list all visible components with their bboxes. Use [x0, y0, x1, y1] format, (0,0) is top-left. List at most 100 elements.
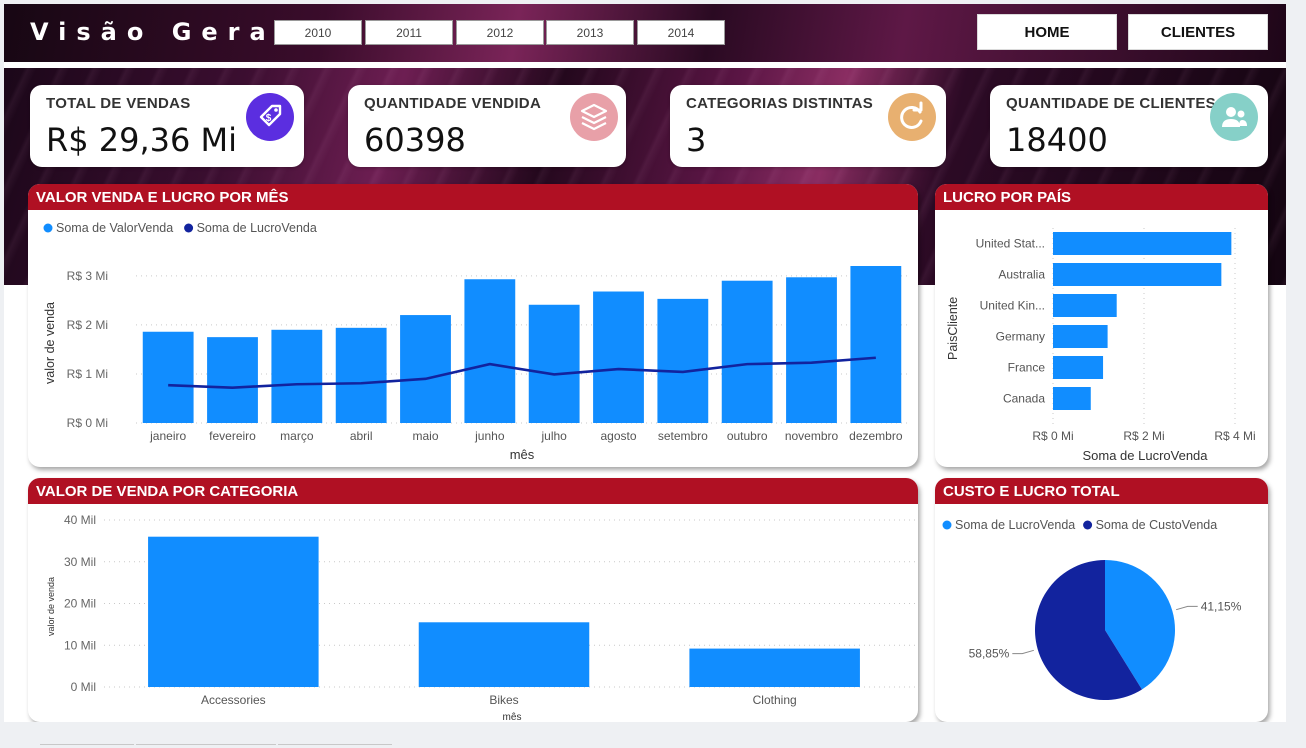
- year-filter-2011[interactable]: 2011: [365, 20, 453, 45]
- bar-julho: [528, 304, 580, 423]
- pie-leader-line: [1012, 649, 1034, 655]
- bar-novembro: [786, 277, 837, 423]
- bar-janeiro: [142, 331, 194, 423]
- x-axis-title: Soma de LucroVenda: [1082, 448, 1208, 463]
- legend-marker: [43, 223, 53, 233]
- x-tick-label: agosto: [600, 429, 636, 443]
- x-tick-label: Bikes: [489, 693, 518, 707]
- users-icon: [1210, 93, 1258, 141]
- x-tick-label: R$ 4 Mi: [1214, 429, 1255, 443]
- y-tick-label: 30 Mil: [64, 555, 96, 569]
- y-tick-label: R$ 2 Mi: [67, 318, 108, 332]
- kpi-quantidade-vendida: QUANTIDADE VENDIDA 60398: [348, 85, 626, 167]
- clientes-button[interactable]: CLIENTES: [1128, 14, 1268, 50]
- bar-Bikes: [418, 622, 590, 687]
- svg-text:$: $: [266, 113, 272, 124]
- legend-label: Soma de ValorVenda: [56, 221, 173, 235]
- y-axis-title: valor de venda: [46, 577, 56, 636]
- chart-title: LUCRO POR PAÍS: [935, 184, 1268, 210]
- bar-Canada: [1053, 387, 1091, 410]
- x-tick-label: dezembro: [849, 429, 903, 443]
- page-title: Visão Geral: [30, 18, 294, 46]
- y-tick-label: R$ 1 Mi: [67, 367, 108, 381]
- pie-leader-line: [1176, 605, 1198, 611]
- legend-label: Soma de LucroVenda: [955, 518, 1075, 532]
- y-tick-label: 20 Mil: [64, 597, 96, 611]
- x-tick-label: março: [280, 429, 314, 443]
- bar-Accessories: [148, 536, 319, 687]
- bar-outubro: [721, 280, 773, 423]
- year-filter-2012[interactable]: 2012: [456, 20, 544, 45]
- chart-card-venda-categoria: 0 Mil 10 Mil 20 Mil 30 Mil 40 Mil valor de ve…: [28, 478, 918, 722]
- x-tick-label: abril: [350, 429, 373, 443]
- x-tick-label: fevereiro: [209, 429, 256, 443]
- bar-agosto: [593, 291, 644, 423]
- top-bar: Visão Geral 2010 2011 2012 2013 2014 HOM…: [4, 4, 1286, 62]
- chart-card-valor-lucro-mes: Soma de ValorVenda Soma de LucroVenda R$ 0…: [28, 184, 918, 467]
- bar-setembro: [657, 298, 709, 423]
- x-tick-label: janeiro: [149, 429, 186, 443]
- kpi-value: 18400: [1006, 121, 1108, 159]
- y-tick-label: United Stat...: [976, 237, 1045, 251]
- kpi-quantidade-clientes: QUANTIDADE DE CLIENTES 18400: [990, 85, 1268, 167]
- page-tab-divider: [278, 744, 392, 745]
- kpi-value: R$ 29,36 Mi: [46, 121, 238, 159]
- refresh-icon: [888, 93, 936, 141]
- chart-title: VALOR VENDA E LUCRO POR MÊS: [28, 184, 918, 210]
- year-filter-2014[interactable]: 2014: [637, 20, 725, 45]
- kpi-label: CATEGORIAS DISTINTAS: [686, 95, 874, 112]
- bar-dezembro: [850, 266, 902, 423]
- page-tab-divider: [136, 744, 276, 745]
- bar-fevereiro: [207, 337, 258, 423]
- x-tick-label: R$ 0 Mi: [1032, 429, 1073, 443]
- year-filter-2010[interactable]: 2010: [274, 20, 362, 45]
- y-tick-label: Canada: [1003, 392, 1045, 406]
- chart-card-custo-lucro: Soma de LucroVenda Soma de CustoVenda 41,1…: [935, 478, 1268, 722]
- x-tick-label: maio: [412, 429, 438, 443]
- bar-junho: [464, 279, 516, 423]
- y-tick-label: 10 Mil: [64, 638, 96, 652]
- kpi-label: QUANTIDADE VENDIDA: [364, 95, 542, 112]
- y-tick-label: France: [1008, 361, 1046, 375]
- y-axis-title: PaisCliente: [946, 297, 960, 360]
- bar-maio: [400, 315, 451, 423]
- x-tick-label: junho: [474, 429, 505, 443]
- x-tick-label: setembro: [658, 429, 708, 443]
- bar-Australia: [1053, 263, 1222, 286]
- bar-março: [271, 329, 323, 423]
- kpi-total-vendas: TOTAL DE VENDAS R$ 29,36 Mi $: [30, 85, 304, 167]
- kpi-label: TOTAL DE VENDAS: [46, 95, 191, 112]
- y-tick-label: Australia: [998, 268, 1045, 282]
- x-axis-title: mês: [510, 447, 535, 462]
- x-tick-label: outubro: [727, 429, 768, 443]
- year-filter-2013[interactable]: 2013: [546, 20, 634, 45]
- legend-label: Soma de CustoVenda: [1096, 518, 1218, 532]
- bar-abril: [335, 327, 387, 423]
- x-tick-label: julho: [540, 429, 567, 443]
- pie-data-label: 41,15%: [1201, 599, 1242, 613]
- legend-marker: [1083, 520, 1093, 530]
- legend-marker: [184, 223, 194, 233]
- bar-Clothing: [689, 648, 860, 687]
- home-button[interactable]: HOME: [977, 14, 1117, 50]
- y-tick-label: Germany: [996, 330, 1045, 344]
- x-axis-title: mês: [503, 712, 522, 722]
- price-tag-icon: $: [246, 93, 294, 141]
- y-axis-title: valor de venda: [43, 302, 57, 384]
- legend-marker: [942, 520, 952, 530]
- y-tick-label: R$ 0 Mi: [67, 416, 108, 430]
- x-tick-label: novembro: [785, 429, 839, 443]
- x-tick-label: Accessories: [201, 693, 266, 707]
- y-tick-label: 40 Mil: [64, 513, 96, 527]
- page-tab-divider: [40, 744, 134, 745]
- kpi-categorias-distintas: CATEGORIAS DISTINTAS 3: [670, 85, 946, 167]
- chart-card-lucro-pais: United Stat... Australia United Kin... Germ…: [935, 184, 1268, 467]
- kpi-value: 3: [686, 121, 707, 159]
- bar-Germany: [1053, 325, 1108, 348]
- x-tick-label: Clothing: [753, 693, 797, 707]
- legend-label: Soma de LucroVenda: [197, 221, 317, 235]
- bar-United Stat...: [1053, 232, 1232, 255]
- bar-France: [1053, 356, 1104, 379]
- pie-data-label: 58,85%: [969, 647, 1010, 661]
- layers-icon: [570, 93, 618, 141]
